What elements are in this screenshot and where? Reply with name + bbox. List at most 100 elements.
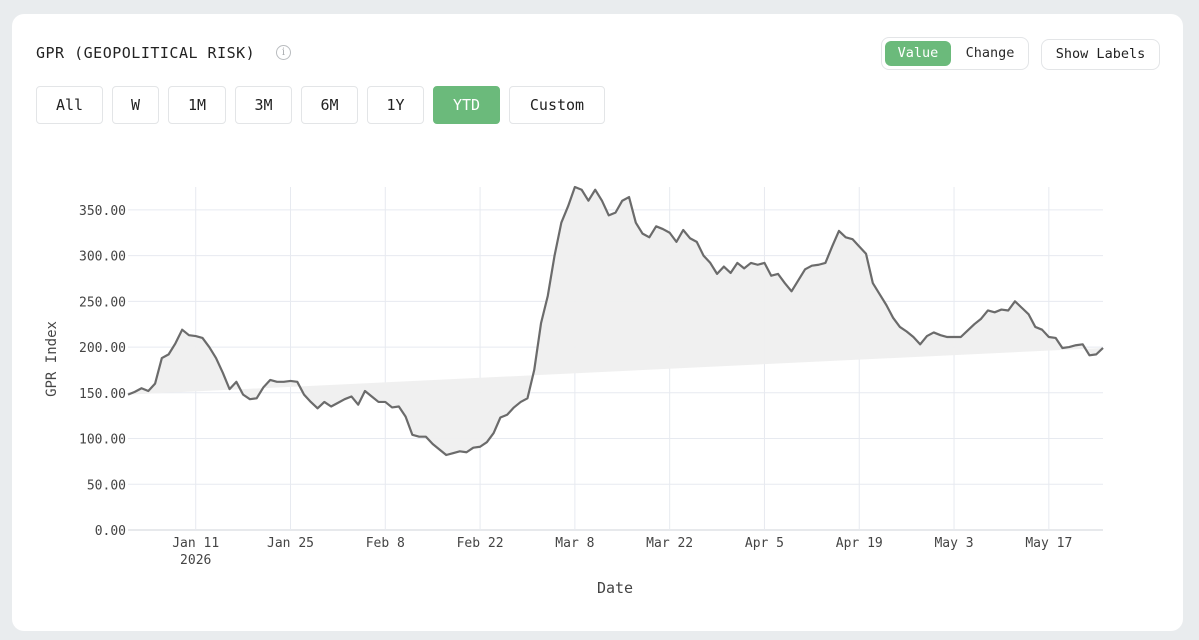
- data-point[interactable]: [1039, 327, 1045, 333]
- data-point[interactable]: [159, 355, 165, 361]
- data-point[interactable]: [125, 392, 131, 398]
- data-point[interactable]: [145, 388, 151, 394]
- data-point[interactable]: [416, 434, 422, 440]
- data-point[interactable]: [369, 393, 375, 399]
- data-point[interactable]: [389, 404, 395, 410]
- data-point[interactable]: [768, 273, 774, 279]
- data-point[interactable]: [247, 396, 253, 402]
- data-point[interactable]: [450, 450, 456, 456]
- data-point[interactable]: [822, 260, 828, 266]
- data-point[interactable]: [998, 307, 1004, 313]
- data-point[interactable]: [985, 307, 991, 313]
- data-point[interactable]: [673, 239, 679, 245]
- data-point[interactable]: [836, 228, 842, 234]
- data-point[interactable]: [0, 356, 3, 362]
- data-point[interactable]: [443, 452, 449, 458]
- data-point[interactable]: [403, 414, 409, 420]
- data-point[interactable]: [342, 396, 348, 402]
- data-point[interactable]: [409, 432, 415, 438]
- data-point[interactable]: [592, 187, 598, 193]
- data-point[interactable]: [931, 329, 937, 335]
- data-point[interactable]: [741, 265, 747, 271]
- data-point[interactable]: [558, 220, 564, 226]
- data-point[interactable]: [348, 393, 354, 399]
- data-point[interactable]: [721, 264, 727, 270]
- data-point[interactable]: [599, 198, 605, 204]
- data-point[interactable]: [897, 324, 903, 330]
- data-point[interactable]: [667, 230, 673, 236]
- data-point[interactable]: [199, 335, 205, 341]
- data-point[interactable]: [524, 395, 530, 401]
- data-point[interactable]: [917, 341, 923, 347]
- data-point[interactable]: [572, 184, 578, 190]
- data-point[interactable]: [457, 448, 463, 454]
- data-point[interactable]: [1066, 344, 1072, 350]
- data-point[interactable]: [701, 253, 707, 259]
- data-point[interactable]: [504, 412, 510, 418]
- data-point[interactable]: [355, 402, 361, 408]
- data-point[interactable]: [714, 271, 720, 277]
- data-point[interactable]: [436, 447, 442, 453]
- data-point[interactable]: [362, 388, 368, 394]
- data-point[interactable]: [396, 404, 402, 410]
- data-point[interactable]: [646, 234, 652, 240]
- data-point[interactable]: [308, 399, 314, 405]
- data-point[interactable]: [511, 404, 517, 410]
- data-point[interactable]: [206, 344, 212, 350]
- data-point[interactable]: [1073, 342, 1079, 348]
- data-point[interactable]: [660, 226, 666, 232]
- data-point[interactable]: [376, 399, 382, 405]
- data-point[interactable]: [870, 280, 876, 286]
- data-point[interactable]: [728, 270, 734, 276]
- data-point[interactable]: [1093, 351, 1099, 357]
- data-point[interactable]: [470, 445, 476, 451]
- data-point[interactable]: [531, 367, 537, 373]
- data-point[interactable]: [633, 220, 639, 226]
- data-point[interactable]: [579, 187, 585, 193]
- data-point[interactable]: [802, 266, 808, 272]
- data-point[interactable]: [484, 439, 490, 445]
- data-point[interactable]: [944, 334, 950, 340]
- data-point[interactable]: [958, 334, 964, 340]
- data-point[interactable]: [1026, 311, 1032, 317]
- data-point[interactable]: [890, 315, 896, 321]
- data-point[interactable]: [904, 329, 910, 335]
- data-point[interactable]: [288, 378, 294, 384]
- data-point[interactable]: [172, 340, 178, 346]
- data-point[interactable]: [782, 280, 788, 286]
- data-point[interactable]: [545, 293, 551, 299]
- data-point[interactable]: [924, 333, 930, 339]
- data-point[interactable]: [910, 334, 916, 340]
- data-point[interactable]: [809, 263, 815, 269]
- data-point[interactable]: [491, 430, 497, 436]
- data-point[interactable]: [1059, 345, 1065, 351]
- data-point[interactable]: [1053, 335, 1059, 341]
- data-point[interactable]: [843, 234, 849, 240]
- data-point[interactable]: [1012, 298, 1018, 304]
- data-point[interactable]: [552, 253, 558, 259]
- data-point[interactable]: [626, 194, 632, 200]
- data-point[interactable]: [585, 198, 591, 204]
- data-point[interactable]: [518, 399, 524, 405]
- data-point[interactable]: [0, 349, 3, 355]
- data-point[interactable]: [883, 302, 889, 308]
- data-point[interactable]: [315, 405, 321, 411]
- data-point[interactable]: [382, 399, 388, 405]
- data-point[interactable]: [166, 351, 172, 357]
- data-point[interactable]: [856, 243, 862, 249]
- data-point[interactable]: [254, 395, 260, 401]
- data-point[interactable]: [132, 389, 138, 395]
- data-point[interactable]: [227, 386, 233, 392]
- data-point[interactable]: [260, 384, 266, 390]
- data-point[interactable]: [1005, 307, 1011, 313]
- data-point[interactable]: [1086, 352, 1092, 358]
- data-point[interactable]: [734, 260, 740, 266]
- data-point[interactable]: [829, 243, 835, 249]
- data-point[interactable]: [755, 262, 761, 268]
- data-point[interactable]: [877, 291, 883, 297]
- data-point[interactable]: [1019, 305, 1025, 311]
- data-point[interactable]: [640, 231, 646, 237]
- data-point[interactable]: [294, 379, 300, 385]
- data-point[interactable]: [613, 210, 619, 216]
- data-point[interactable]: [281, 379, 287, 385]
